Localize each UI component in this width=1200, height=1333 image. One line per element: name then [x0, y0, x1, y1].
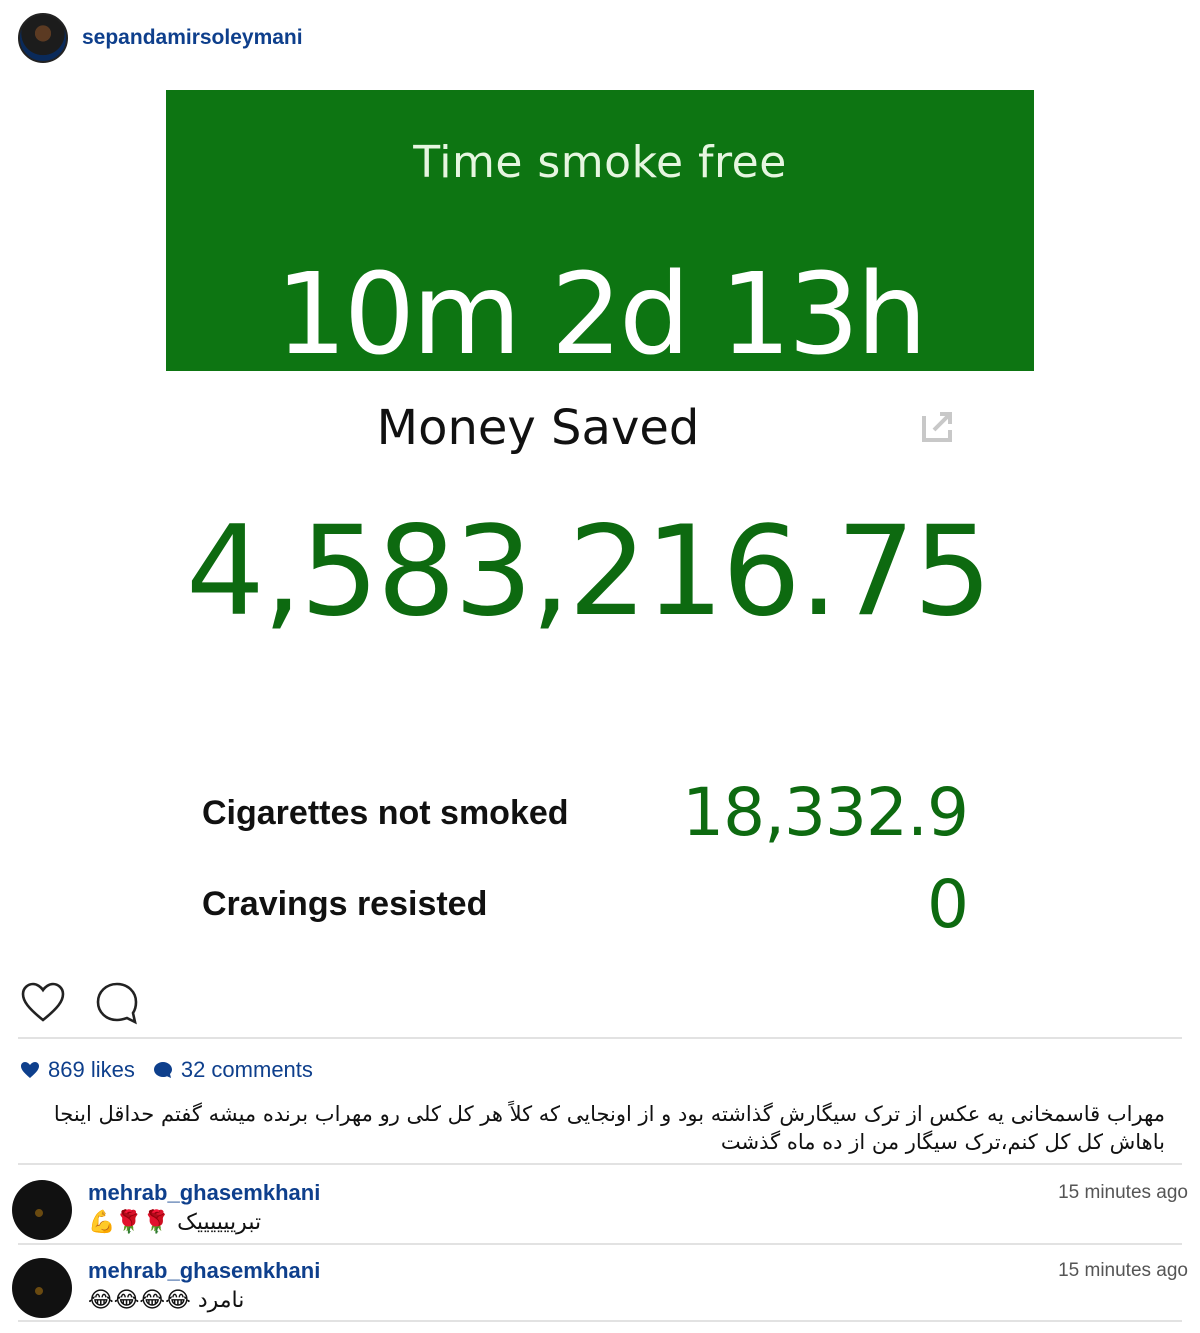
comment-username[interactable]: mehrab_ghasemkhani	[88, 1180, 320, 1206]
heart-icon[interactable]	[20, 980, 66, 1026]
engagement-bar: 869 likes 32 comments	[20, 1057, 313, 1083]
likes-label: 869 likes	[48, 1057, 135, 1082]
comment-timestamp: 15 minutes ago	[1058, 1182, 1188, 1203]
profile-avatar[interactable]	[18, 13, 68, 63]
divider	[18, 1243, 1182, 1245]
likes-count[interactable]: 869 likes	[20, 1057, 135, 1083]
divider	[18, 1320, 1182, 1322]
comment-text: نامرد 😂😂😂😂	[88, 1288, 245, 1313]
comment-text: تبرییییییک 🌹🌹💪	[88, 1210, 262, 1235]
comments-count[interactable]: 32 comments	[153, 1057, 313, 1083]
comment-item: mehrab_ghasemkhani 15 minutes ago نامرد …	[12, 1254, 1188, 1324]
cravings-resisted-value: 0	[927, 866, 969, 943]
post-caption: مهراب قاسمخانی یه عکس از ترک سیگارش گذاش…	[53, 1102, 1165, 1154]
comment-avatar[interactable]	[12, 1180, 72, 1240]
divider	[18, 1037, 1182, 1039]
money-saved-label: Money Saved	[376, 400, 700, 456]
comment-filled-icon	[153, 1062, 172, 1078]
comment-icon[interactable]	[94, 980, 140, 1026]
cigarettes-not-smoked-value: 18,332.9	[682, 774, 969, 851]
time-smoke-free-panel: Time smoke free 10m 2d 13h	[166, 90, 1034, 380]
comment-timestamp: 15 minutes ago	[1058, 1260, 1188, 1281]
heart-filled-icon	[21, 1062, 39, 1078]
comment-item: mehrab_ghasemkhani 15 minutes ago تبرییی…	[12, 1176, 1188, 1246]
comment-username[interactable]: mehrab_ghasemkhani	[88, 1258, 320, 1284]
share-icon[interactable]	[920, 410, 956, 444]
post-header: sepandamirsoleymani	[18, 12, 303, 64]
divider	[18, 1163, 1182, 1165]
cravings-resisted-label: Cravings resisted	[202, 885, 488, 923]
comment-avatar[interactable]	[12, 1258, 72, 1318]
time-smoke-free-label: Time smoke free	[413, 137, 787, 188]
time-smoke-free-value: 10m 2d 13h	[275, 250, 928, 380]
cigarettes-not-smoked-label: Cigarettes not smoked	[202, 794, 569, 832]
comments-label: 32 comments	[180, 1057, 313, 1082]
money-saved-value: 4,583,216.75	[185, 500, 992, 644]
post-actions	[20, 980, 140, 1026]
post-username[interactable]: sepandamirsoleymani	[82, 26, 303, 50]
